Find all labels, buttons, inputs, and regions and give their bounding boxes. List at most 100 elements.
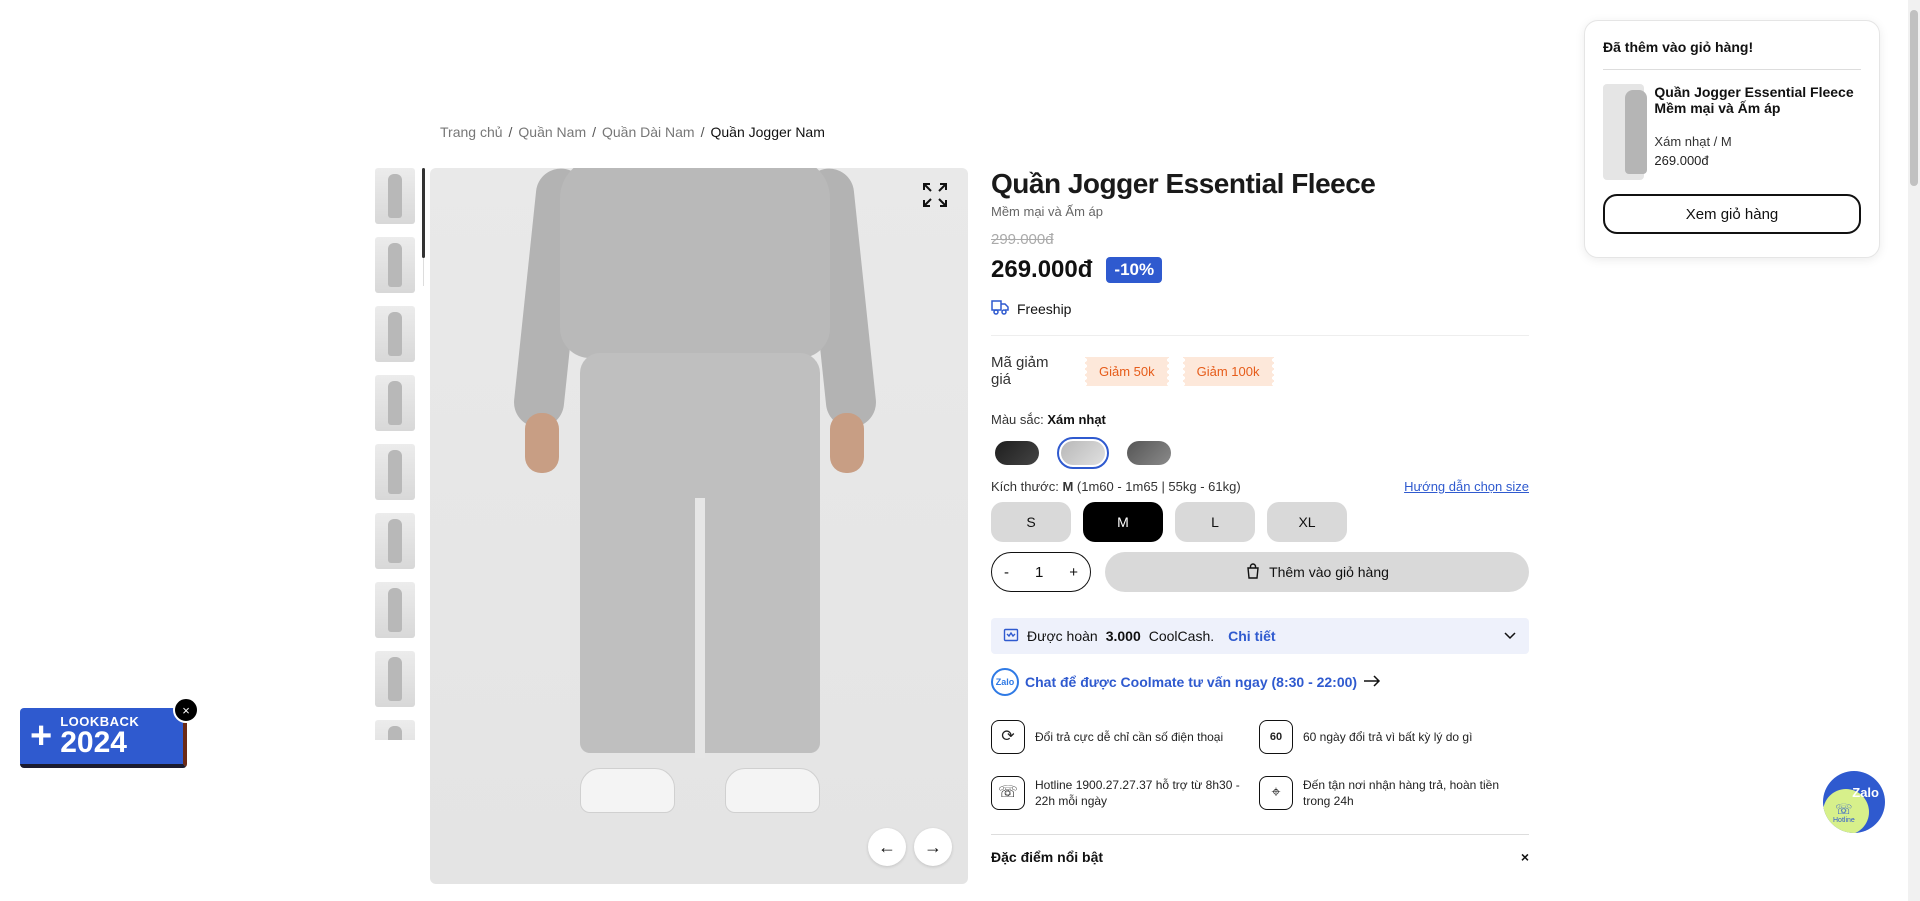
exchange-icon: ⟳: [991, 720, 1025, 754]
cart-row: - 1 + Thêm vào giỏ hàng: [991, 552, 1529, 592]
size-option-s[interactable]: S: [991, 502, 1071, 542]
qty-value[interactable]: 1: [1035, 564, 1043, 581]
hotline-label: Hotline: [1833, 817, 1855, 824]
color-swatch-dark[interactable]: [991, 437, 1043, 469]
chevron-down-icon[interactable]: [1503, 628, 1517, 645]
page-scrollbar-thumb[interactable]: [1910, 10, 1918, 186]
add-to-cart-button[interactable]: Thêm vào giỏ hàng: [1105, 552, 1529, 592]
coolcash-suffix: CoolCash.: [1148, 628, 1215, 644]
thumbnail-item[interactable]: [375, 720, 415, 740]
lookback-year: 2024: [60, 725, 127, 759]
policy-item: ⌖ Đến tận nơi nhận hàng trả, hoàn tiền t…: [1259, 776, 1527, 810]
color-swatches: [991, 437, 1529, 469]
zalo-chat-link[interactable]: Zalo Chat để được Coolmate tư vấn ngay (…: [991, 668, 1529, 696]
policy-text: Đến tận nơi nhận hàng trả, hoàn tiền tro…: [1303, 777, 1500, 808]
cart-item-price: 269.000đ: [1654, 153, 1709, 169]
expand-icon[interactable]: [920, 180, 950, 210]
highlights-title: Đặc điểm nổi bật: [991, 849, 1104, 865]
thumbnail-item[interactable]: [375, 513, 415, 569]
plus-logo-icon: +: [30, 715, 53, 757]
coolcash-detail-link[interactable]: Chi tiết: [1228, 628, 1275, 644]
thumbnail-item[interactable]: [375, 651, 415, 707]
policy-text: Đổi trả cực dễ chỉ cần số điện thoại: [1035, 729, 1224, 744]
lookback-2024-banner[interactable]: + LOOKBACK 2024: [20, 708, 187, 768]
product-subtitle: Mềm mại và Ấm áp: [991, 204, 1103, 219]
breadcrumb-men-pants[interactable]: Quần Nam: [518, 124, 586, 140]
arrow-left-icon: ←: [878, 836, 896, 857]
thumbnail-item[interactable]: [375, 582, 415, 638]
breadcrumb-current: Quần Jogger Nam: [710, 124, 825, 140]
phone-icon: ☏: [991, 776, 1025, 810]
highlights-section[interactable]: Đặc điểm nổi bật ×: [991, 834, 1529, 865]
truck-icon: [991, 298, 1009, 319]
qty-minus-button[interactable]: -: [1004, 564, 1009, 581]
zalo-float-label: Zalo: [1852, 785, 1879, 800]
page-scrollbar[interactable]: [1908, 0, 1920, 901]
size-option-l[interactable]: L: [1175, 502, 1255, 542]
close-icon[interactable]: ×: [1521, 849, 1529, 865]
size-guide-link[interactable]: Hướng dẫn chọn size: [1404, 479, 1529, 494]
qty-plus-button[interactable]: +: [1069, 564, 1078, 581]
coupon-100k[interactable]: Giảm 100k: [1180, 356, 1276, 386]
gallery-prev-button[interactable]: ←: [868, 828, 906, 866]
freeship-row: Freeship: [991, 298, 1529, 319]
old-price: 299.000đ: [991, 231, 1054, 248]
policy-item: ⟳ Đổi trả cực dễ chỉ cần số điện thoại: [991, 720, 1259, 754]
coolcash-prefix: Được hoàn: [1027, 628, 1098, 644]
policy-text: 60 ngày đổi trả vì bất kỳ lý do gì: [1303, 729, 1473, 744]
breadcrumb-separator: /: [592, 124, 596, 140]
zalo-chat-label: Chat để được Coolmate tư vấn ngay (8:30 …: [1025, 674, 1358, 690]
freeship-label: Freeship: [1017, 300, 1072, 317]
size-option-m[interactable]: M: [1083, 502, 1163, 542]
coolcash-banner[interactable]: Được hoàn 3.000 CoolCash. Chi tiết: [991, 618, 1529, 654]
size-option-xl[interactable]: XL: [1267, 502, 1347, 542]
size-label: Kích thước: M (1m60 - 1m65 | 55kg - 61kg…: [991, 479, 1241, 494]
view-cart-button[interactable]: Xem giỏ hàng: [1603, 194, 1861, 234]
zalo-icon: Zalo: [991, 668, 1019, 696]
coolcash-icon: [1003, 627, 1019, 646]
color-swatch-light-gray[interactable]: [1057, 437, 1109, 469]
size-detail: (1m60 - 1m65 | 55kg - 61kg): [1076, 479, 1241, 494]
breadcrumb-long-pants[interactable]: Quần Dài Nam: [602, 124, 695, 140]
product-main-image: ← →: [430, 168, 968, 884]
discount-badge: -10%: [1106, 257, 1163, 283]
policy-text: Hotline 1900.27.27.37 hỗ trợ từ 8h30 - 2…: [1035, 777, 1240, 808]
color-swatch-gray[interactable]: [1123, 437, 1175, 469]
color-label: Màu sắc: Xám nhạt: [991, 412, 1106, 427]
zalo-hotline-button[interactable]: Zalo ☏ Hotline: [1823, 771, 1885, 833]
divider: [991, 335, 1529, 336]
size-header: Kích thước: M (1m60 - 1m65 | 55kg - 61kg…: [991, 479, 1529, 494]
location-icon: ⌖: [1259, 776, 1293, 810]
thumbnail-item[interactable]: [375, 168, 415, 224]
shopping-bag-icon: [1245, 562, 1261, 582]
thumbnail-item[interactable]: [375, 306, 415, 362]
cart-popup-title: Đã thêm vào giỏ hàng!: [1603, 39, 1861, 70]
breadcrumb: Trang chủ / Quần Nam / Quần Dài Nam / Qu…: [440, 124, 825, 140]
thumbnail-scrollbar[interactable]: [422, 168, 425, 258]
size-options: S M L XL: [991, 502, 1529, 542]
coolcash-amount: 3.000: [1105, 628, 1141, 644]
policy-item: 60 60 ngày đổi trả vì bất kỳ lý do gì: [1259, 720, 1527, 754]
arrow-right-icon: →: [924, 836, 942, 857]
coupon-label: Mã giảm giá: [991, 354, 1049, 388]
close-icon[interactable]: ×: [173, 697, 199, 723]
thumbnail-item[interactable]: [375, 237, 415, 293]
gallery-next-button[interactable]: →: [914, 828, 952, 866]
add-to-cart-label: Thêm vào giỏ hàng: [1269, 564, 1389, 580]
selected-color: Xám nhạt: [1047, 412, 1106, 427]
coupon-row: Mã giảm giá Giảm 50k Giảm 100k: [991, 354, 1529, 388]
cart-popup-item: Quần Jogger Essential Fleece Mềm mại và …: [1603, 84, 1861, 180]
cart-item-image: [1603, 84, 1647, 180]
quantity-stepper: - 1 +: [991, 552, 1091, 592]
policy-item: ☏ Hotline 1900.27.27.37 hỗ trợ từ 8h30 -…: [991, 776, 1259, 810]
sixty-days-icon: 60: [1259, 720, 1293, 754]
thumbnail-item[interactable]: [375, 375, 415, 431]
selected-size: M: [1062, 479, 1074, 494]
cart-item-name: Quần Jogger Essential Fleece Mềm mại và …: [1654, 84, 1854, 117]
arrow-right-icon: [1363, 674, 1381, 690]
coupon-50k[interactable]: Giảm 50k: [1083, 356, 1171, 386]
breadcrumb-separator: /: [508, 124, 513, 140]
thumbnail-item[interactable]: [375, 444, 415, 500]
breadcrumb-home[interactable]: Trang chủ: [440, 124, 503, 140]
thumbnail-list: [375, 168, 421, 740]
